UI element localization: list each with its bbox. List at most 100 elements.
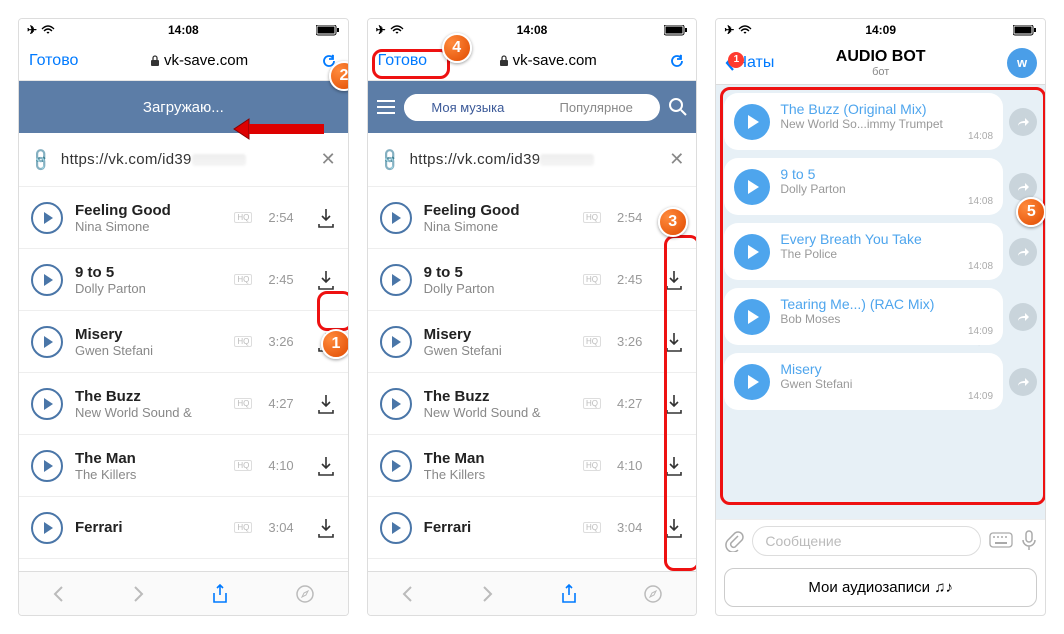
download-button[interactable]	[316, 207, 336, 229]
forward-icon[interactable]	[480, 585, 494, 603]
keyboard-icon[interactable]	[989, 532, 1013, 550]
track-duration: 2:54	[268, 210, 293, 225]
track-duration: 3:04	[617, 520, 642, 535]
play-button[interactable]	[31, 202, 63, 234]
menu-icon[interactable]	[376, 99, 396, 115]
tab-popular[interactable]: Популярное	[532, 94, 660, 121]
download-button[interactable]	[316, 455, 336, 477]
download-button[interactable]	[664, 455, 684, 477]
safari-icon[interactable]	[643, 584, 663, 604]
track-title: Every Breath You Take	[780, 231, 993, 247]
forward-icon[interactable]	[1009, 108, 1037, 136]
track-duration: 3:04	[268, 520, 293, 535]
back-icon[interactable]	[52, 585, 66, 603]
airplane-icon: ✈	[724, 23, 734, 37]
download-button[interactable]	[316, 393, 336, 415]
link-icon: 🔗	[27, 145, 55, 173]
status-time: 14:08	[19, 23, 348, 37]
play-button[interactable]	[380, 202, 412, 234]
audio-message[interactable]: 9 to 5Dolly Parton14:08	[724, 158, 1003, 215]
url-value[interactable]: https://vk.com/id39	[410, 151, 660, 168]
play-button[interactable]	[31, 388, 63, 420]
download-button[interactable]	[664, 269, 684, 291]
play-button[interactable]	[380, 264, 412, 296]
play-button[interactable]	[380, 388, 412, 420]
link-icon: 🔗	[376, 145, 404, 173]
track-artist: Dolly Parton	[780, 182, 993, 196]
play-button[interactable]	[734, 364, 770, 400]
tab-mymusic[interactable]: Моя музыка	[404, 94, 532, 121]
download-button[interactable]	[316, 269, 336, 291]
browser-nav: Готово vk-save.com	[368, 41, 697, 81]
safari-bottom-bar	[368, 571, 697, 615]
forward-icon[interactable]	[1009, 368, 1037, 396]
forward-icon[interactable]	[1009, 303, 1037, 331]
share-icon[interactable]	[211, 583, 229, 605]
download-button[interactable]	[664, 331, 684, 353]
play-button[interactable]	[734, 299, 770, 335]
track-title: The Buzz (Original Mix)	[780, 101, 993, 117]
lock-icon	[150, 55, 160, 67]
track-list: Feeling GoodNina Simone HQ 2:54 9 to 5Do…	[368, 187, 697, 571]
play-button[interactable]	[31, 512, 63, 544]
share-icon[interactable]	[560, 583, 578, 605]
audio-message[interactable]: MiseryGwen Stefani14:09	[724, 353, 1003, 410]
track-artist: Bob Moses	[780, 312, 993, 326]
domain-text: vk-save.com	[164, 52, 248, 69]
attach-icon[interactable]	[724, 530, 744, 552]
reload-button[interactable]	[668, 52, 686, 70]
play-button[interactable]	[734, 234, 770, 270]
hq-badge: HQ	[583, 212, 601, 223]
forward-icon[interactable]	[1009, 238, 1037, 266]
track-duration: 2:45	[268, 272, 293, 287]
play-button[interactable]	[734, 169, 770, 205]
download-button[interactable]	[316, 517, 336, 539]
play-button[interactable]	[380, 326, 412, 358]
track-artist: The Killers	[424, 467, 571, 482]
url-display: vk-save.com	[150, 52, 248, 69]
browser-nav: Готово vk-save.com	[19, 41, 348, 81]
phone-screen-1: ✈ 14:08 Готово vk-save.com Загружаю... 🔗…	[18, 18, 349, 616]
url-input-row: 🔗 https://vk.com/id39 ✕	[368, 133, 697, 187]
track-artist: The Killers	[75, 467, 222, 482]
my-audio-button[interactable]: Мои аудиозаписи ♫♪	[724, 568, 1037, 607]
clear-icon[interactable]: ✕	[321, 149, 336, 170]
callout-3: 3	[658, 207, 692, 241]
hq-badge: HQ	[234, 336, 252, 347]
hq-badge: HQ	[583, 274, 601, 285]
wifi-icon	[41, 25, 55, 35]
url-display: vk-save.com	[499, 52, 597, 69]
search-icon[interactable]	[668, 97, 688, 117]
track-title: 9 to 5	[424, 264, 571, 281]
url-value[interactable]: https://vk.com/id39	[61, 151, 311, 168]
play-button[interactable]	[380, 450, 412, 482]
play-button[interactable]	[380, 512, 412, 544]
play-button[interactable]	[31, 326, 63, 358]
forward-icon[interactable]	[131, 585, 145, 603]
mic-icon[interactable]	[1021, 530, 1037, 552]
play-button[interactable]	[31, 450, 63, 482]
clear-icon[interactable]: ✕	[669, 149, 684, 170]
play-button[interactable]	[31, 264, 63, 296]
play-button[interactable]	[734, 104, 770, 140]
safari-icon[interactable]	[295, 584, 315, 604]
download-button[interactable]	[664, 393, 684, 415]
message-input[interactable]: Сообщение	[752, 526, 981, 556]
status-time: 14:08	[368, 23, 697, 37]
chat-subtitle: бот	[716, 66, 1045, 78]
app-toolbar: Моя музыка Популярное	[368, 81, 697, 133]
done-button[interactable]: Готово	[378, 52, 427, 70]
track-duration: 3:26	[268, 334, 293, 349]
track-row: Ferrari HQ 3:04	[368, 497, 697, 559]
audio-message[interactable]: Every Breath You TakeThe Police14:08	[724, 223, 1003, 280]
audio-message[interactable]: The Buzz (Original Mix)New World So...im…	[724, 93, 1003, 150]
download-button[interactable]	[664, 517, 684, 539]
done-button[interactable]: Готово	[29, 52, 78, 70]
chat-name: AUDIO BOT	[716, 48, 1045, 66]
track-artist: New World Sound &	[75, 405, 222, 420]
back-icon[interactable]	[401, 585, 415, 603]
audio-message[interactable]: Tearing Me...) (RAC Mix)Bob Moses14:09	[724, 288, 1003, 345]
chat-area: The Buzz (Original Mix)New World So...im…	[716, 85, 1045, 519]
domain-text: vk-save.com	[513, 52, 597, 69]
hq-badge: HQ	[583, 398, 601, 409]
